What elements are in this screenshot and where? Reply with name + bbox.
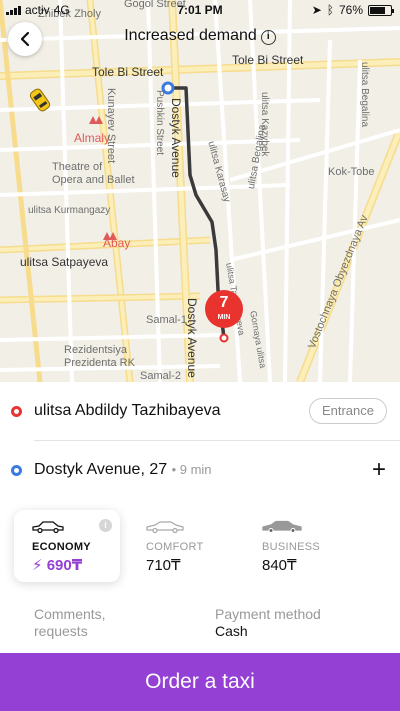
tariff-economy[interactable]: i ECONOMY ⚡︎ 690₸ [14,510,120,582]
increased-demand-header[interactable]: Increased demand i [0,27,400,45]
tariff-name: COMFORT [146,541,204,553]
map-label-abay: Abay [103,236,131,250]
destination-address-wrap: Dostyk Avenue, 27 • 9 min [34,461,212,479]
lightning-icon: ⚡︎ [32,557,43,574]
plus-icon[interactable]: + [372,458,386,482]
pickup-row[interactable]: ulitsa Abdildy Tazhibayeva Entrance [0,382,400,440]
payment-method-label: Payment method [215,606,321,622]
car-icon [32,521,64,534]
tariff-name: ECONOMY [32,541,91,553]
location-arrow-icon: ➤ [311,3,322,17]
tariff-comfort[interactable]: COMFORT 710₸ [128,510,234,582]
map-label-pushkin: Pushkin Street [154,90,165,156]
tariff-selector: i ECONOMY ⚡︎ 690₸ COMFORT 710₸ BUSINESS … [0,510,400,586]
destination-eta: • 9 min [171,462,212,477]
map-label-samal1: Samal-1 [146,314,187,326]
map-label-kok-tobe: Kok-Tobe [328,166,375,178]
eta-unit: MIN [217,314,231,321]
car-icon [262,520,302,533]
destination-address: Dostyk Avenue, 27 [34,461,168,478]
map-label-rezidentsiya: Rezidentsiya Prezidenta RK [64,344,135,369]
tariff-price: 840₸ [262,557,297,574]
tariff-name: BUSINESS [262,541,321,553]
tariff-info-icon[interactable]: i [99,519,112,532]
comments-option[interactable]: Comments, requests [34,606,106,640]
tariff-price: 710₸ [146,557,181,574]
map-label-samal2: Samal-2 [140,370,181,382]
eta-value: 7 [219,294,229,311]
bluetooth-icon: ᛒ [326,3,334,17]
car-icon [146,521,184,534]
tariff-business[interactable]: BUSINESS 840₸ [244,510,350,582]
map-label-satpayeva: ulitsa Satpayeva [20,255,109,269]
map-label-tole-bi-left: Tole Bi Street [92,65,164,79]
comments-label: Comments, requests [34,606,106,639]
map-label-begalina-2: ulitsa Begalina [359,62,370,128]
map-label-tole-bi-right: Tole Bi Street [232,53,304,67]
eta-badge: 7 MIN [205,290,243,328]
entrance-button[interactable]: Entrance [308,398,387,424]
map-label-kunayev: Kunayev Street [105,88,117,164]
order-sheet: ulitsa Abdildy Tazhibayeva Entrance Dost… [0,382,400,711]
order-taxi-button[interactable]: Order a taxi [0,653,400,711]
battery-icon [368,4,394,16]
map-label-dostyk: Dostyk Avenue [169,98,183,178]
map-label-kurmangazy: ulitsa Kurmangazy [28,205,111,216]
tariff-price: 690₸ [46,557,83,574]
pickup-address: ulitsa Abdildy Tazhibayeva [34,402,221,419]
destination-row[interactable]: Dostyk Avenue, 27 • 9 min + [0,441,400,499]
map-streets [0,0,400,382]
payment-method-option[interactable]: Payment method Cash [215,606,321,640]
map-view[interactable]: Zhibek Zholy Gogol Street Tole Bi Street… [0,0,400,382]
status-bar: activ 4G 7:01 PM ➤ ᛒ 76% [0,0,400,20]
map-label-dostyk-lower: Dostyk Avenue [185,298,199,378]
header-title-text: Increased demand [124,27,257,44]
payment-method-value: Cash [215,623,248,639]
info-circle-icon[interactable]: i [260,30,276,45]
destination-dot-icon [11,464,22,476]
map-label-theatre: Theatre of Opera and Ballet [52,161,135,186]
tariff-price-wrap: ⚡︎ 690₸ [32,556,82,574]
origin-dot-icon [11,405,22,417]
battery-percent: 76% [338,3,363,17]
